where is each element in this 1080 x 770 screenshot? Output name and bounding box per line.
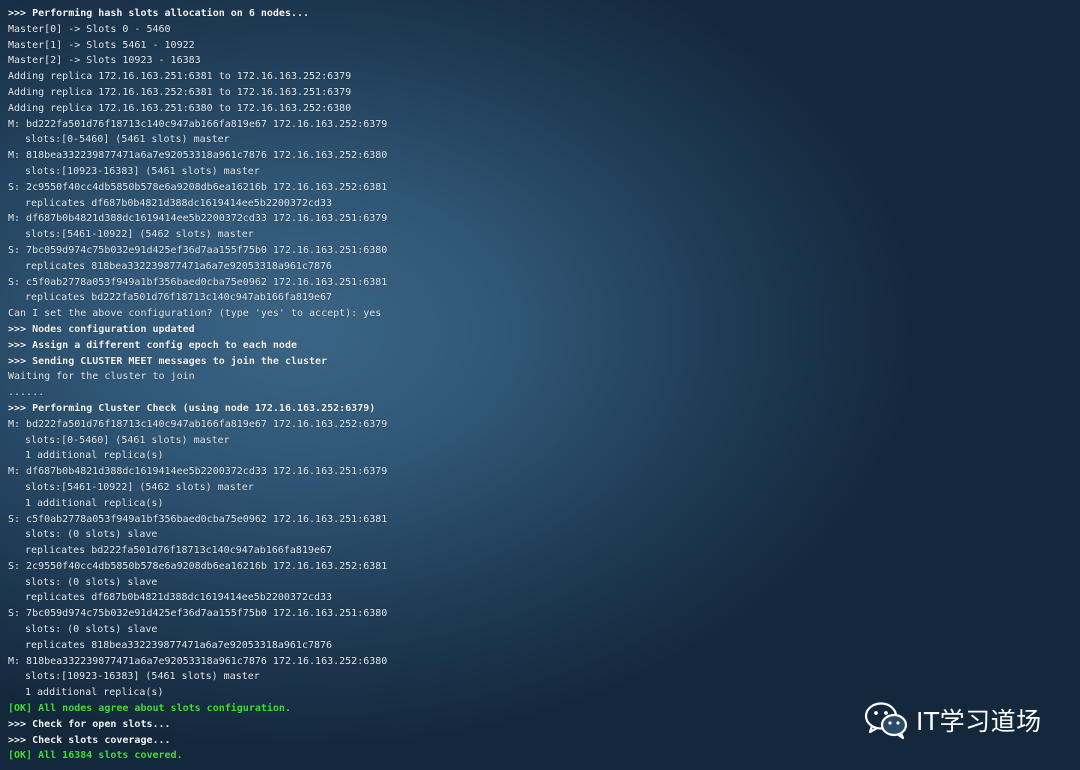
terminal-line: M: bd222fa501d76f18713c140c947ab166fa819…: [8, 118, 388, 130]
terminal-line: S: c5f0ab2778a053f949a1bf356baed0cba75e0…: [8, 276, 388, 288]
terminal-line: S: 7bc059d974c75b032e91d425ef36d7aa155f7…: [8, 244, 388, 256]
terminal-line: 1 additional replica(s): [25, 687, 164, 699]
terminal-line: M: df687b0b4821d388dc1619414ee5b2200372c…: [8, 466, 388, 478]
terminal-line: Can I set the above configuration? (type…: [8, 308, 382, 320]
terminal-line: 1 additional replica(s): [25, 497, 164, 509]
terminal-line: replicates 818bea332239877471a6a7e920533…: [25, 260, 333, 272]
terminal-line: Master[1] -> Slots 5461 - 10922: [8, 39, 195, 51]
terminal-line: replicates bd222fa501d76f18713c140c947ab…: [25, 292, 333, 304]
terminal-line: slots: (0 slots) slave: [25, 529, 158, 541]
terminal-line: slots:[5461-10922] (5462 slots) master: [25, 229, 254, 241]
terminal-line: slots:[5461-10922] (5462 slots) master: [25, 481, 254, 493]
terminal-line: slots:[0-5460] (5461 slots) master: [25, 434, 230, 446]
terminal-line: >>> Nodes configuration updated: [8, 323, 195, 335]
terminal-output: >>> Performing hash slots allocation on …: [8, 6, 1068, 764]
terminal-line: >>> Performing hash slots allocation on …: [8, 8, 310, 19]
terminal-line: S: 7bc059d974c75b032e91d425ef36d7aa155f7…: [8, 608, 388, 620]
terminal-line: >>> Assign a different config epoch to e…: [8, 339, 297, 351]
terminal-line: 1 additional replica(s): [25, 450, 164, 462]
terminal-line: S: 2c9550f40cc4db5850b578e6a9208db6ea162…: [8, 181, 388, 193]
terminal-line: S: c5f0ab2778a053f949a1bf356baed0cba75e0…: [8, 513, 388, 525]
terminal-line: Adding replica 172.16.163.251:6381 to 17…: [8, 71, 352, 83]
terminal-line: slots: (0 slots) slave: [25, 624, 158, 636]
wechat-icon: [864, 702, 908, 740]
terminal-line: Adding replica 172.16.163.252:6381 to 17…: [8, 86, 352, 98]
terminal-line: >>> Performing Cluster Check (using node…: [8, 402, 376, 414]
terminal-line: replicates 818bea332239877471a6a7e920533…: [25, 639, 333, 651]
terminal-line: Master[2] -> Slots 10923 - 16383: [8, 55, 201, 67]
terminal-line: M: df687b0b4821d388dc1619414ee5b2200372c…: [8, 213, 388, 225]
watermark-text: IT学习道场: [916, 707, 1042, 736]
terminal-line: Master[0] -> Slots 0 - 5460: [8, 23, 171, 35]
terminal-line: replicates bd222fa501d76f18713c140c947ab…: [25, 545, 333, 557]
terminal-line: M: 818bea332239877471a6a7e92053318a961c7…: [8, 150, 388, 162]
terminal-line: ......: [8, 387, 45, 399]
terminal-line: slots:[10923-16383] (5461 slots) master: [25, 671, 260, 683]
terminal-line: Adding replica 172.16.163.251:6380 to 17…: [8, 102, 352, 114]
terminal-line: slots:[10923-16383] (5461 slots) master: [25, 165, 260, 177]
terminal-line: replicates df687b0b4821d388dc1619414ee5b…: [25, 592, 333, 604]
terminal-line: slots:[0-5460] (5461 slots) master: [25, 134, 230, 146]
terminal-line: Waiting for the cluster to join: [8, 371, 195, 383]
terminal-line: >>> Sending CLUSTER MEET messages to joi…: [8, 355, 328, 367]
terminal-line: M: bd222fa501d76f18713c140c947ab166fa819…: [8, 418, 388, 430]
watermark: IT学习道场: [864, 700, 1042, 740]
terminal-line: slots: (0 slots) slave: [25, 576, 158, 588]
terminal-line: M: 818bea332239877471a6a7e92053318a961c7…: [8, 655, 388, 667]
terminal-line: replicates df687b0b4821d388dc1619414ee5b…: [25, 197, 333, 209]
terminal-line: S: 2c9550f40cc4db5850b578e6a9208db6ea162…: [8, 560, 388, 572]
terminal-line: [OK] All 16384 slots covered.: [8, 750, 183, 762]
